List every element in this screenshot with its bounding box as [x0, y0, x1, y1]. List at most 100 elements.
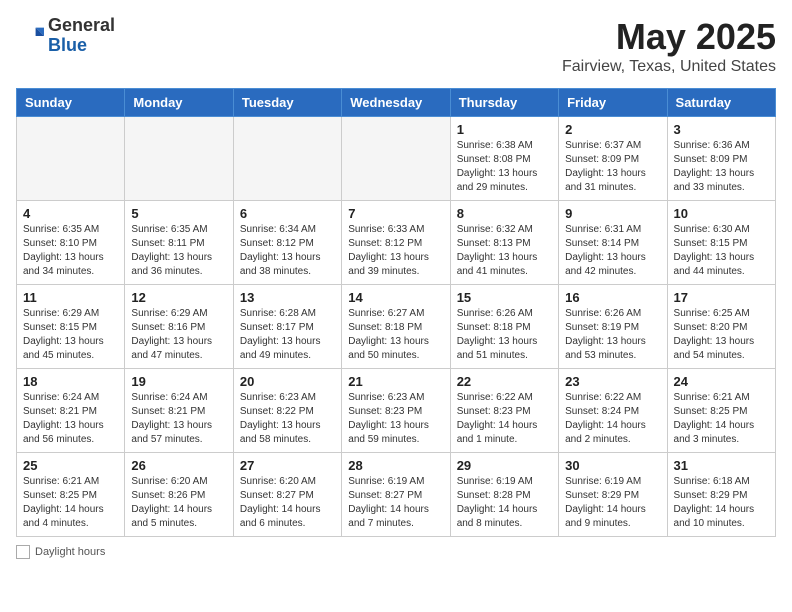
calendar-cell: 9 Sunrise: 6:31 AMSunset: 8:14 PMDaylight… — [559, 201, 667, 285]
calendar-table: SundayMondayTuesdayWednesdayThursdayFrid… — [16, 88, 776, 537]
calendar-cell: 15Sunrise: 6:26 AMSunset: 8:18 PMDayligh… — [450, 285, 558, 369]
calendar-cell: 10 Sunrise: 6:30 AMSunset: 8:15 PMDayligh… — [667, 201, 775, 285]
day-info: Sunrise: 6:23 AMSunset: 8:23 PMDaylight:… — [348, 391, 443, 447]
day-info: Sunrise: 6:19 AMSunset: 8:27 PMDaylight:… — [348, 475, 443, 531]
calendar-day-header: Wednesday — [342, 89, 450, 117]
day-info: Sunrise: 6:38 AMSunset: 8:08 PMDaylight:… — [457, 139, 552, 195]
day-number: 26 — [131, 458, 226, 473]
subtitle: Fairview, Texas, United States — [562, 58, 776, 76]
calendar-cell: 29 Sunrise: 6:19 AMSunset: 8:28 PMDayligh… — [450, 453, 558, 537]
calendar-cell: 31 Sunrise: 6:18 AMSunset: 8:29 PMDayligh… — [667, 453, 775, 537]
day-info: Sunrise: 6:20 AMSunset: 8:27 PMDaylight:… — [240, 475, 335, 531]
day-number: 7 — [348, 206, 443, 221]
day-info: Sunrise: 6:18 AMSunset: 8:29 PMDaylight:… — [674, 475, 769, 531]
calendar-cell: 1 Sunrise: 6:38 AMSunset: 8:08 PMDaylight… — [450, 117, 558, 201]
day-info: Sunrise: 6:24 AMSunset: 8:21 PMDaylight:… — [23, 391, 118, 447]
calendar-week-row: 11Sunrise: 6:29 AMSunset: 8:15 PMDayligh… — [17, 285, 776, 369]
day-info: Sunrise: 6:22 AMSunset: 8:24 PMDaylight:… — [565, 391, 660, 447]
calendar-cell: 28 Sunrise: 6:19 AMSunset: 8:27 PMDayligh… — [342, 453, 450, 537]
day-number: 27 — [240, 458, 335, 473]
day-number: 2 — [565, 122, 660, 137]
day-info: Sunrise: 6:35 AMSunset: 8:10 PMDaylight:… — [23, 223, 118, 279]
day-number: 10 — [674, 206, 769, 221]
calendar-cell: 20 Sunrise: 6:23 AMSunset: 8:22 PMDayligh… — [233, 369, 341, 453]
day-number: 30 — [565, 458, 660, 473]
calendar-cell: 23Sunrise: 6:22 AMSunset: 8:24 PMDayligh… — [559, 369, 667, 453]
day-info: Sunrise: 6:19 AMSunset: 8:28 PMDaylight:… — [457, 475, 552, 531]
day-number: 21 — [348, 374, 443, 389]
day-number: 20 — [240, 374, 335, 389]
main-title: May 2025 — [562, 16, 776, 58]
calendar-cell: 14 Sunrise: 6:27 AMSunset: 8:18 PMDayligh… — [342, 285, 450, 369]
day-number: 4 — [23, 206, 118, 221]
day-info: Sunrise: 6:30 AMSunset: 8:15 PMDaylight:… — [674, 223, 769, 279]
calendar-cell: 11Sunrise: 6:29 AMSunset: 8:15 PMDayligh… — [17, 285, 125, 369]
day-info: Sunrise: 6:27 AMSunset: 8:18 PMDaylight:… — [348, 307, 443, 363]
day-info: Sunrise: 6:21 AMSunset: 8:25 PMDaylight:… — [23, 475, 118, 531]
calendar-cell — [342, 117, 450, 201]
day-info: Sunrise: 6:35 AMSunset: 8:11 PMDaylight:… — [131, 223, 226, 279]
title-block: May 2025 Fairview, Texas, United States — [562, 16, 776, 76]
calendar-cell: 3Sunrise: 6:36 AMSunset: 8:09 PMDaylight… — [667, 117, 775, 201]
day-number: 31 — [674, 458, 769, 473]
legend-label: Daylight hours — [35, 546, 105, 558]
calendar-cell: 22Sunrise: 6:22 AMSunset: 8:23 PMDayligh… — [450, 369, 558, 453]
calendar-cell: 26 Sunrise: 6:20 AMSunset: 8:26 PMDayligh… — [125, 453, 233, 537]
day-info: Sunrise: 6:23 AMSunset: 8:22 PMDaylight:… — [240, 391, 335, 447]
calendar-week-row: 18 Sunrise: 6:24 AMSunset: 8:21 PMDayligh… — [17, 369, 776, 453]
day-info: Sunrise: 6:32 AMSunset: 8:13 PMDaylight:… — [457, 223, 552, 279]
calendar-cell: 27 Sunrise: 6:20 AMSunset: 8:27 PMDayligh… — [233, 453, 341, 537]
day-info: Sunrise: 6:26 AMSunset: 8:18 PMDaylight:… — [457, 307, 552, 363]
day-number: 17 — [674, 290, 769, 305]
day-info: Sunrise: 6:29 AMSunset: 8:16 PMDaylight:… — [131, 307, 226, 363]
day-number: 3 — [674, 122, 769, 137]
day-number: 24 — [674, 374, 769, 389]
calendar-cell: 21 Sunrise: 6:23 AMSunset: 8:23 PMDayligh… — [342, 369, 450, 453]
calendar-week-row: 1 Sunrise: 6:38 AMSunset: 8:08 PMDaylight… — [17, 117, 776, 201]
day-number: 9 — [565, 206, 660, 221]
calendar-cell: 5 Sunrise: 6:35 AMSunset: 8:11 PMDaylight… — [125, 201, 233, 285]
day-info: Sunrise: 6:29 AMSunset: 8:15 PMDaylight:… — [23, 307, 118, 363]
day-number: 14 — [348, 290, 443, 305]
logo-general-text: General — [48, 15, 115, 35]
calendar-cell — [125, 117, 233, 201]
calendar-day-header: Sunday — [17, 89, 125, 117]
day-number: 6 — [240, 206, 335, 221]
day-number: 29 — [457, 458, 552, 473]
calendar-cell: 6 Sunrise: 6:34 AMSunset: 8:12 PMDaylight… — [233, 201, 341, 285]
calendar-cell: 16Sunrise: 6:26 AMSunset: 8:19 PMDayligh… — [559, 285, 667, 369]
day-info: Sunrise: 6:20 AMSunset: 8:26 PMDaylight:… — [131, 475, 226, 531]
calendar-cell: 2Sunrise: 6:37 AMSunset: 8:09 PMDaylight… — [559, 117, 667, 201]
calendar-cell — [233, 117, 341, 201]
calendar-cell: 13 Sunrise: 6:28 AMSunset: 8:17 PMDayligh… — [233, 285, 341, 369]
day-number: 16 — [565, 290, 660, 305]
day-info: Sunrise: 6:25 AMSunset: 8:20 PMDaylight:… — [674, 307, 769, 363]
day-info: Sunrise: 6:31 AMSunset: 8:14 PMDaylight:… — [565, 223, 660, 279]
day-number: 5 — [131, 206, 226, 221]
calendar-cell: 8Sunrise: 6:32 AMSunset: 8:13 PMDaylight… — [450, 201, 558, 285]
calendar-cell: 24Sunrise: 6:21 AMSunset: 8:25 PMDayligh… — [667, 369, 775, 453]
calendar-cell: 19Sunrise: 6:24 AMSunset: 8:21 PMDayligh… — [125, 369, 233, 453]
calendar-cell: 30 Sunrise: 6:19 AMSunset: 8:29 PMDayligh… — [559, 453, 667, 537]
calendar-cell: 7 Sunrise: 6:33 AMSunset: 8:12 PMDaylight… — [342, 201, 450, 285]
day-info: Sunrise: 6:28 AMSunset: 8:17 PMDaylight:… — [240, 307, 335, 363]
day-number: 1 — [457, 122, 552, 137]
calendar-week-row: 25Sunrise: 6:21 AMSunset: 8:25 PMDayligh… — [17, 453, 776, 537]
day-info: Sunrise: 6:24 AMSunset: 8:21 PMDaylight:… — [131, 391, 226, 447]
day-info: Sunrise: 6:19 AMSunset: 8:29 PMDaylight:… — [565, 475, 660, 531]
day-number: 28 — [348, 458, 443, 473]
logo-text: General Blue — [48, 16, 115, 56]
day-number: 13 — [240, 290, 335, 305]
day-info: Sunrise: 6:34 AMSunset: 8:12 PMDaylight:… — [240, 223, 335, 279]
calendar-week-row: 4 Sunrise: 6:35 AMSunset: 8:10 PMDaylight… — [17, 201, 776, 285]
calendar-day-header: Thursday — [450, 89, 558, 117]
day-number: 18 — [23, 374, 118, 389]
page-header: General Blue May 2025 Fairview, Texas, U… — [16, 16, 776, 76]
calendar-day-header: Tuesday — [233, 89, 341, 117]
logo-blue-text: Blue — [48, 35, 87, 55]
calendar-cell: 4 Sunrise: 6:35 AMSunset: 8:10 PMDaylight… — [17, 201, 125, 285]
day-info: Sunrise: 6:33 AMSunset: 8:12 PMDaylight:… — [348, 223, 443, 279]
day-number: 22 — [457, 374, 552, 389]
calendar-day-header: Monday — [125, 89, 233, 117]
calendar-cell — [17, 117, 125, 201]
